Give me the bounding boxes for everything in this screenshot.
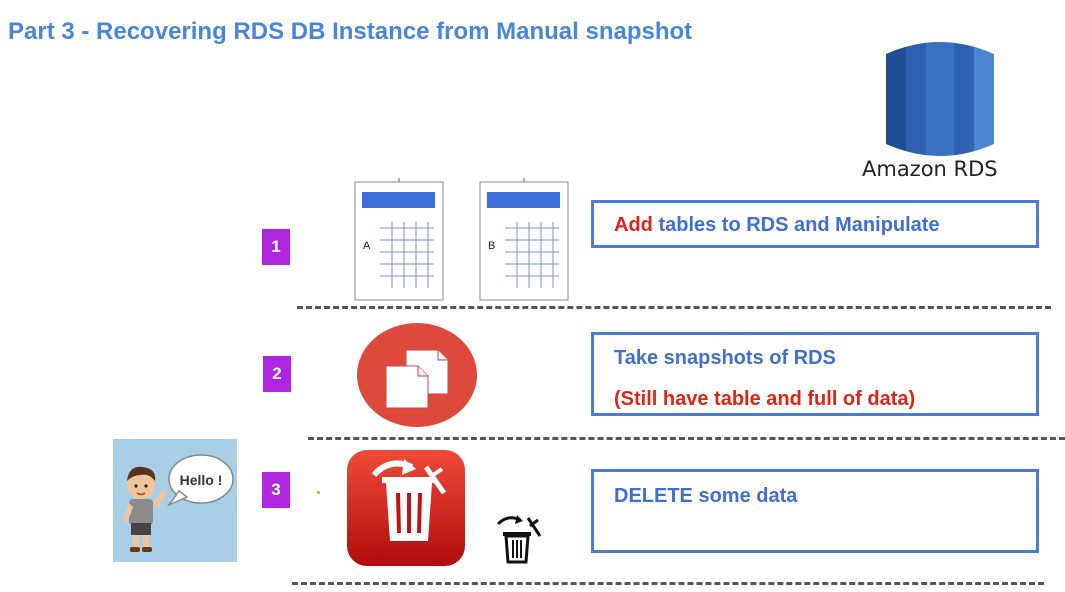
amazon-rds-label: Amazon RDS — [862, 157, 998, 181]
hello-character-image: Hello ! — [113, 439, 237, 562]
sheet-b-label: B — [488, 240, 495, 252]
step-1-text-prefix: Add — [614, 214, 653, 236]
table-sheet-a-icon: A — [354, 178, 444, 301]
step-3-box: DELETE some data — [591, 469, 1039, 553]
divider-1 — [297, 306, 1051, 309]
step-2-line-2: (Still have table and full of data) — [614, 388, 916, 410]
table-sheet-b-icon: B — [479, 178, 569, 301]
stray-dot — [317, 491, 320, 494]
step-3-line-1: DELETE some data — [614, 485, 798, 507]
small-trash-icon — [496, 515, 542, 564]
step-1-text-rest: tables to RDS and Manipulate — [652, 214, 940, 236]
divider-3 — [292, 582, 1044, 585]
sheet-a-label: A — [363, 240, 371, 252]
step-2-line-1: Take snapshots of RDS — [614, 347, 836, 369]
delete-trash-app-icon — [347, 450, 465, 566]
step-1-box: Add tables to RDS and Manipulate — [591, 200, 1039, 248]
amazon-rds-logo-icon — [886, 42, 994, 156]
page-title: Part 3 - Recovering RDS DB Instance from… — [8, 18, 693, 45]
step-1-text: Add tables to RDS and Manipulate — [614, 214, 940, 237]
step-3-badge: 3 — [262, 472, 290, 508]
hello-speech-text: Hello ! — [180, 472, 223, 488]
step-1-badge: 1 — [262, 229, 290, 265]
divider-2 — [308, 437, 1065, 440]
snapshot-copy-icon — [357, 323, 477, 427]
step-2-badge: 2 — [263, 356, 291, 392]
step-2-box: Take snapshots of RDS (Still have table … — [591, 332, 1039, 416]
